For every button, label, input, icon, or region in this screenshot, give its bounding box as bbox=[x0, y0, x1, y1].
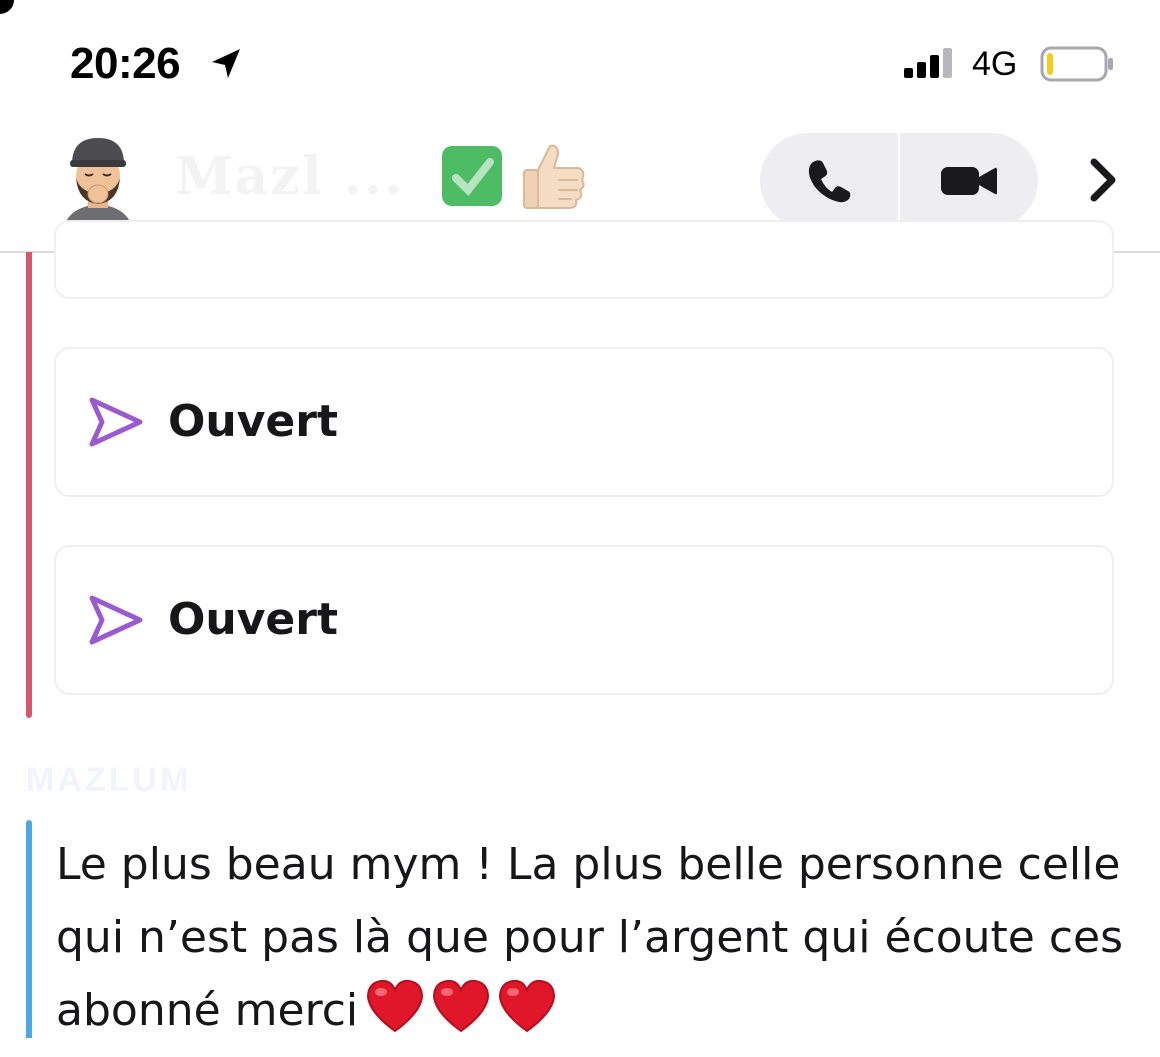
send-arrow-icon bbox=[89, 595, 143, 645]
heart-emojis bbox=[364, 977, 562, 1057]
red-heart-icon bbox=[367, 979, 424, 1033]
thread-bar-me bbox=[26, 252, 32, 718]
video-camera-icon bbox=[941, 166, 997, 195]
red-heart-icon bbox=[499, 979, 556, 1033]
network-label: 4G bbox=[972, 45, 1018, 83]
status-time: 20:26 bbox=[70, 39, 181, 88]
avatar[interactable] bbox=[58, 130, 138, 230]
status-bar: 20:26 4G bbox=[0, 0, 1160, 120]
thread-bar-them bbox=[26, 820, 32, 1038]
snap-status-label: Ouvert bbox=[168, 594, 338, 645]
battery-low-icon bbox=[1040, 46, 1113, 82]
chevron-right-icon bbox=[1090, 158, 1116, 202]
call-button-group bbox=[760, 133, 1038, 228]
snap-status-label: Ouvert bbox=[168, 396, 338, 447]
sender-name: MAZLUM bbox=[26, 761, 192, 799]
chat-message-text: Le plus beau mym ! La plus belle personn… bbox=[56, 839, 1123, 1036]
red-heart-icon bbox=[433, 979, 490, 1033]
send-arrow-icon bbox=[89, 397, 143, 447]
more-button[interactable] bbox=[1080, 150, 1126, 210]
phone-icon bbox=[808, 159, 851, 202]
snap-card-partial[interactable] bbox=[54, 220, 1114, 299]
snap-card[interactable]: Ouvert bbox=[54, 347, 1114, 497]
video-call-button[interactable] bbox=[900, 133, 1038, 228]
location-arrow-icon bbox=[212, 49, 240, 78]
thumbs-up-emoji bbox=[523, 144, 585, 209]
snap-card[interactable]: Ouvert bbox=[54, 545, 1114, 695]
cellular-signal-icon bbox=[904, 48, 952, 78]
contact-name[interactable]: Mazl ... bbox=[175, 146, 404, 208]
audio-call-button[interactable] bbox=[760, 133, 898, 228]
chat-message[interactable]: Le plus beau mym ! La plus belle personn… bbox=[56, 828, 1136, 1057]
green-check-emoji bbox=[442, 146, 502, 206]
